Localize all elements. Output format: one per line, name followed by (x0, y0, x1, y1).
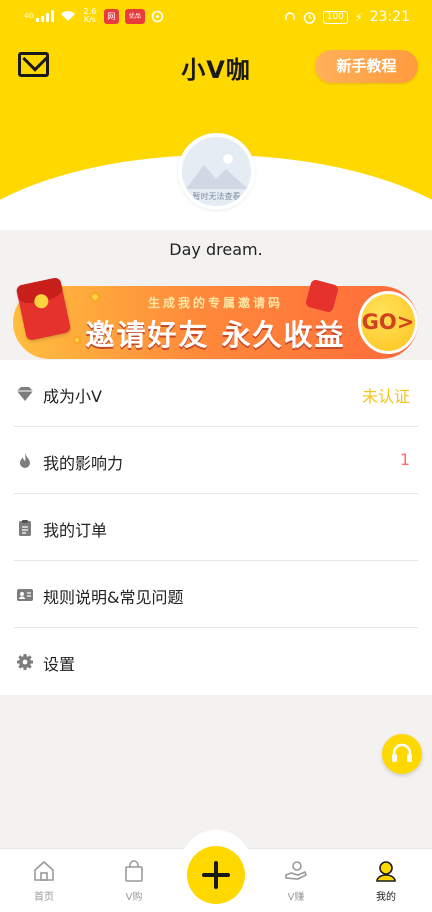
menu-item-rules-faq[interactable]: 规则说明&常见问题 (14, 561, 418, 628)
banner-subtitle: 生成我的专属邀请码 (147, 296, 283, 310)
alarm-icon (303, 11, 315, 24)
tab-home[interactable]: 首页 (14, 859, 74, 903)
tab-me[interactable]: 我的 (356, 859, 416, 903)
influence-count: 1 (399, 450, 410, 469)
app-notification-icon: 网 (103, 8, 119, 24)
create-plus-button[interactable] (187, 846, 245, 904)
id-card-icon (17, 589, 33, 601)
cellular-signal-icon: 4G (24, 12, 34, 20)
app-notification-icon: 优品 (124, 8, 145, 24)
tutorial-button[interactable]: 新手教程 (315, 50, 418, 83)
tab-label: 首页 (34, 892, 54, 903)
tab-v-earn[interactable]: V赚 (266, 859, 326, 903)
avatar-placeholder-text: 暂时无法查看 (192, 192, 241, 201)
network-speed: 2.6 K/s (83, 7, 97, 24)
verification-status: 未认证 (361, 387, 410, 406)
hand-coin-icon (285, 861, 307, 880)
menu-item-label: 设置 (43, 655, 76, 674)
battery-level: 100 (322, 10, 348, 24)
menu-item-orders[interactable]: 我的订单 (14, 494, 418, 561)
menu-item-label: 我的订单 (43, 521, 108, 540)
customer-support-button[interactable] (382, 734, 422, 774)
gear-icon (17, 654, 33, 670)
avatar[interactable]: 暂时无法查看 (178, 133, 255, 210)
diamond-icon (17, 387, 33, 401)
menu-list: 成为小V 未认证 我的影响力 1 我的订单 规则说明&常见问题 设置 (0, 360, 432, 695)
tab-v-shop[interactable]: V购 (104, 859, 164, 903)
clipboard-icon (19, 520, 31, 536)
menu-item-label: 成为小V (43, 387, 102, 406)
menu-item-label: 我的影响力 (43, 454, 124, 473)
menu-item-settings[interactable]: 设置 (14, 628, 418, 695)
headset-icon (392, 743, 412, 762)
wifi-icon (60, 11, 75, 21)
weibo-icon (151, 10, 164, 22)
menu-item-become-v[interactable]: 成为小V 未认证 (14, 360, 418, 427)
headphones-icon (284, 12, 295, 20)
go-button[interactable]: GO> (358, 291, 418, 354)
username: Day dream. (169, 240, 263, 259)
tab-label: 我的 (376, 892, 396, 903)
home-icon (34, 860, 54, 881)
signal-bars-icon (35, 10, 54, 22)
flame-icon (20, 453, 30, 468)
tab-label: V购 (125, 892, 143, 903)
menu-item-label: 规则说明&常见问题 (43, 588, 184, 607)
shopping-bag-icon (125, 860, 143, 882)
status-bar: 4G 2.6 K/s 网 优品 100 ⚡ 23:21 (0, 0, 432, 36)
tab-label: V赚 (287, 892, 305, 903)
menu-item-influence[interactable]: 我的影响力 1 (14, 427, 418, 494)
profile-page: 4G 2.6 K/s 网 优品 100 ⚡ 23:21 小V咖 新手教程 暂时无… (0, 0, 432, 912)
clock: 23:21 (369, 9, 410, 25)
charging-icon: ⚡ (354, 10, 363, 24)
user-icon (376, 861, 396, 882)
